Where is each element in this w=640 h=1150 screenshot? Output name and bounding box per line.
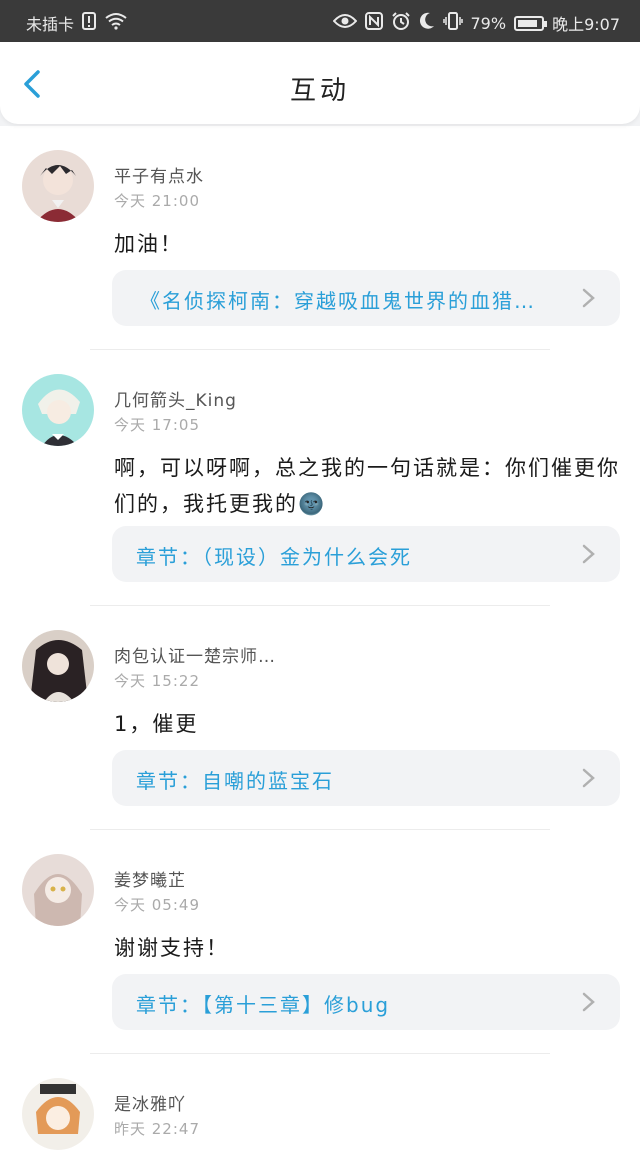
user-name[interactable]: 几何箭头_King bbox=[114, 386, 237, 411]
list-item: 平子有点水 今天 21:00 加油！ 《名侦探柯南：穿越吸血鬼世界的血猎… bbox=[0, 126, 640, 350]
nfc-icon bbox=[364, 12, 383, 34]
moon-icon bbox=[419, 12, 435, 34]
eye-icon bbox=[332, 13, 357, 33]
avatar[interactable] bbox=[22, 1078, 94, 1150]
avatar[interactable] bbox=[22, 374, 94, 446]
battery-percent: 79% bbox=[470, 13, 507, 33]
page-title: 互动 bbox=[289, 76, 350, 106]
chapter-link-text: 章节：【第十三章】修bug bbox=[136, 993, 391, 1017]
battery-icon bbox=[514, 15, 548, 31]
chapter-link-card[interactable]: 《名侦探柯南：穿越吸血鬼世界的血猎… bbox=[112, 270, 620, 326]
comment-text: 1，催更 bbox=[114, 712, 199, 736]
alarm-icon bbox=[391, 12, 411, 34]
list-item: 是冰雅吖 昨天 22:47 bbox=[0, 1054, 640, 1150]
post-time: 今天 05:49 bbox=[114, 896, 200, 914]
comment-text: 啊，可以呀啊，总之我的一句话就是：你们催更你们的，我托更我的🌚 bbox=[114, 456, 620, 516]
list-item: 肉包认证一楚宗师… 今天 15:22 1，催更 章节：自嘲的蓝宝石 bbox=[0, 606, 640, 830]
chevron-right-icon bbox=[582, 544, 595, 564]
clock: 晚上9:07 bbox=[552, 15, 620, 34]
chapter-link-text: 《名侦探柯南：穿越吸血鬼世界的血猎… bbox=[140, 289, 536, 313]
list-item: 几何箭头_King 今天 17:05 啊，可以呀啊，总之我的一句话就是：你们催更… bbox=[0, 350, 640, 606]
nav-bar: 互动 bbox=[0, 42, 640, 126]
avatar[interactable] bbox=[22, 630, 94, 702]
post-time: 昨天 22:47 bbox=[114, 1120, 200, 1138]
user-name[interactable]: 是冰雅吖 bbox=[114, 1090, 186, 1115]
chevron-right-icon bbox=[582, 992, 595, 1012]
post-time: 今天 21:00 bbox=[114, 192, 200, 210]
chevron-right-icon bbox=[582, 288, 595, 308]
interaction-feed: 平子有点水 今天 21:00 加油！ 《名侦探柯南：穿越吸血鬼世界的血猎… 几何… bbox=[0, 126, 640, 1150]
carrier-label: 未插卡 bbox=[26, 15, 75, 34]
status-bar: 未插卡 79% 晚上9:07 bbox=[0, 0, 640, 42]
chapter-link-card[interactable]: 章节：【第十三章】修bug bbox=[112, 974, 620, 1030]
wifi-icon bbox=[104, 12, 128, 34]
chapter-link-card[interactable]: 章节：（现设）金为什么会死 bbox=[112, 526, 620, 582]
vibrate-icon bbox=[442, 12, 463, 34]
post-time: 今天 17:05 bbox=[114, 416, 200, 434]
user-name[interactable]: 平子有点水 bbox=[114, 162, 204, 187]
comment-text: 加油！ bbox=[114, 232, 183, 256]
avatar[interactable] bbox=[22, 854, 94, 926]
post-time: 今天 15:22 bbox=[114, 672, 200, 690]
chapter-link-text: 章节：（现设）金为什么会死 bbox=[136, 545, 412, 569]
chapter-link-text: 章节：自嘲的蓝宝石 bbox=[136, 769, 334, 793]
nav-card: 互动 bbox=[0, 42, 640, 124]
avatar[interactable] bbox=[22, 150, 94, 222]
user-name[interactable]: 姜梦曦芷 bbox=[114, 866, 186, 891]
sim-alert-icon bbox=[82, 12, 97, 34]
chevron-right-icon bbox=[582, 768, 595, 788]
list-item: 姜梦曦芷 今天 05:49 谢谢支持！ 章节：【第十三章】修bug bbox=[0, 830, 640, 1054]
user-name[interactable]: 肉包认证一楚宗师… bbox=[114, 642, 276, 667]
comment-text: 谢谢支持！ bbox=[114, 936, 229, 960]
chapter-link-card[interactable]: 章节：自嘲的蓝宝石 bbox=[112, 750, 620, 806]
